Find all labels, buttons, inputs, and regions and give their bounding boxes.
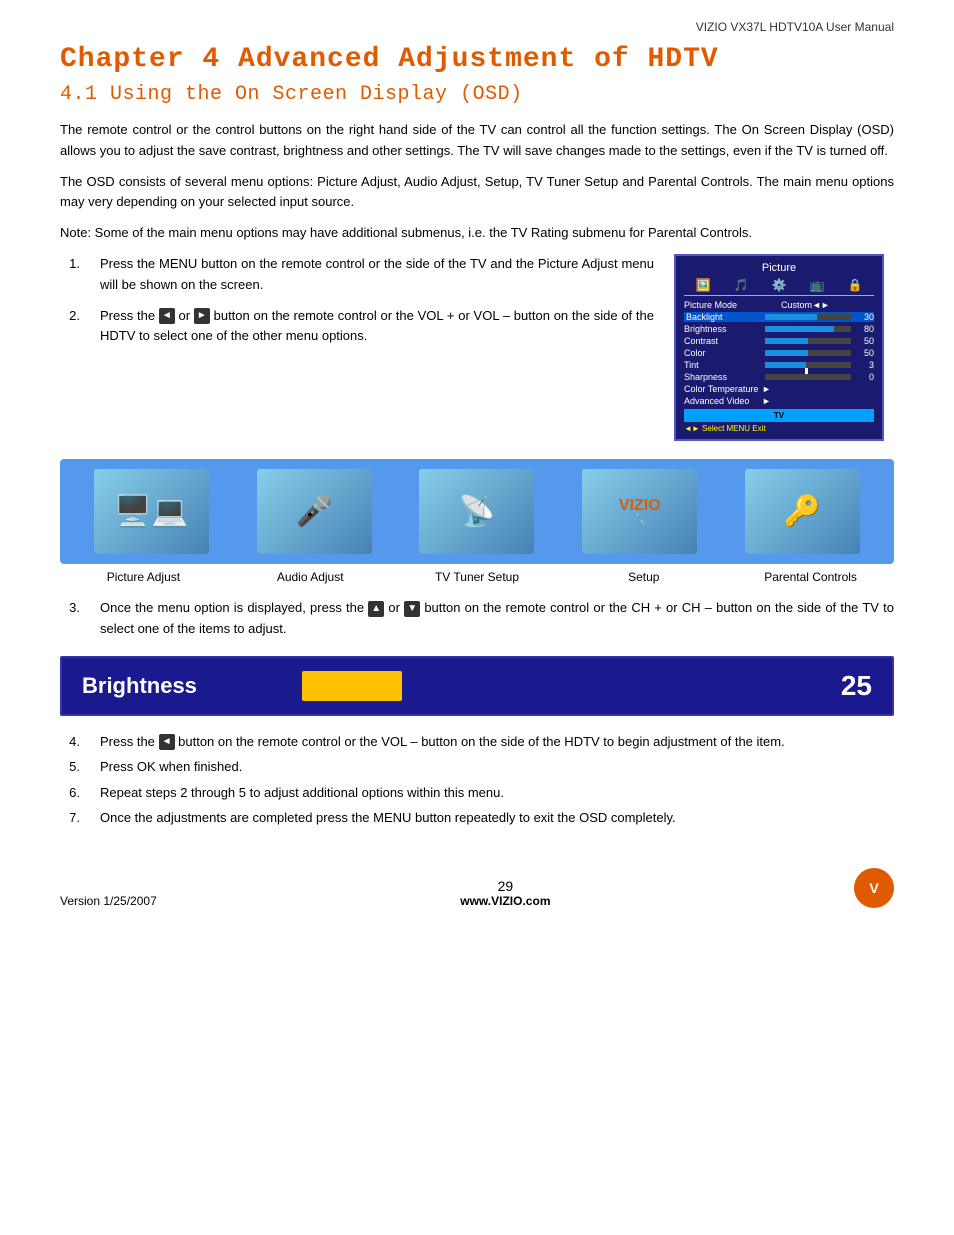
osd-row-picture-mode: Picture Mode Custom ◄► xyxy=(684,300,874,310)
intro-para-1: The remote control or the control button… xyxy=(60,120,894,162)
footer-version: Version 1/25/2007 xyxy=(60,894,157,908)
step-6: 6. Repeat steps 2 through 5 to adjust ad… xyxy=(60,783,894,803)
intro-para-2: The OSD consists of several menu options… xyxy=(60,172,894,214)
osd-row-color-temperature: Color Temperature ► xyxy=(684,384,874,394)
vizio-logo: V xyxy=(854,868,894,908)
brightness-bar-osd xyxy=(765,326,834,332)
osd-title: Picture xyxy=(684,262,874,274)
chapter-title: Chapter 4 Advanced Adjustment of HDTV xyxy=(60,44,894,75)
osd-icon-1: 🖼️ xyxy=(696,278,711,292)
icon-parental-controls: 🔑 xyxy=(745,469,860,554)
osd-row-advanced-video: Advanced Video ► xyxy=(684,396,874,406)
menu-labels-row: Picture Adjust Audio Adjust TV Tuner Set… xyxy=(60,570,894,584)
steps-text-column: 1. Press the MENU button on the remote c… xyxy=(60,254,654,441)
brightness-display-bar: Brightness 25 xyxy=(60,656,894,716)
osd-bottom-bar: TV xyxy=(684,409,874,422)
color-bar xyxy=(765,350,808,356)
icon-picture-adjust: 🖥️💻 xyxy=(94,469,209,554)
step-3: 3. Once the menu option is displayed, pr… xyxy=(60,598,894,640)
step-7: 7. Once the adjustments are completed pr… xyxy=(60,808,894,828)
step-2: 2. Press the ◄ or ► button on the remote… xyxy=(60,306,654,348)
steps-with-osd: 1. Press the MENU button on the remote c… xyxy=(60,254,894,441)
step-5: 5. Press OK when finished. xyxy=(60,757,894,777)
tint-bar xyxy=(765,362,806,368)
osd-icon-2: 🎵 xyxy=(734,278,749,292)
osd-icon-3: ⚙️ xyxy=(772,278,787,292)
section-title: 4.1 Using the On Screen Display (OSD) xyxy=(60,83,894,106)
page-footer: Version 1/25/2007 29 www.VIZIO.com V xyxy=(60,868,894,908)
up-btn: ▲ xyxy=(368,601,384,617)
intro-para-3: Note: Some of the main menu options may … xyxy=(60,223,894,244)
icon-tv-tuner-setup: 📡 xyxy=(419,469,534,554)
brightness-value: 25 xyxy=(841,670,872,702)
osd-row-tint: Tint 3 xyxy=(684,360,874,370)
label-picture-adjust: Picture Adjust xyxy=(83,570,203,584)
contrast-bar xyxy=(765,338,808,344)
osd-icon-4: 📺 xyxy=(810,278,825,292)
brightness-label: Brightness xyxy=(82,673,282,699)
right-btn: ► xyxy=(194,308,210,324)
left-btn: ◄ xyxy=(159,308,175,324)
down-btn: ▼ xyxy=(404,601,420,617)
icon-audio-adjust: 🎤 xyxy=(257,469,372,554)
label-audio-adjust: Audio Adjust xyxy=(250,570,370,584)
bottom-steps: 4. Press the ◄ button on the remote cont… xyxy=(60,732,894,828)
osd-row-contrast: Contrast 50 xyxy=(684,336,874,346)
osd-row-color: Color 50 xyxy=(684,348,874,358)
osd-icons-row: 🖼️ 🎵 ⚙️ 📺 🔒 xyxy=(684,278,874,296)
header-title: VIZIO VX37L HDTV10A User Manual xyxy=(696,20,894,34)
footer-logo-area: V xyxy=(854,868,894,908)
osd-menu: Picture 🖼️ 🎵 ⚙️ 📺 🔒 Picture Mode Custom … xyxy=(674,254,884,441)
osd-row-backlight: Backlight 30 xyxy=(684,312,874,322)
label-setup: Setup xyxy=(584,570,704,584)
label-parental-controls: Parental Controls xyxy=(751,570,871,584)
osd-menu-image: Picture 🖼️ 🎵 ⚙️ 📺 🔒 Picture Mode Custom … xyxy=(674,254,894,441)
backlight-bar xyxy=(765,314,817,320)
brightness-indicator xyxy=(302,671,402,701)
osd-row-sharpness: Sharpness 0 xyxy=(684,372,874,382)
manual-header: VIZIO VX37L HDTV10A User Manual xyxy=(60,20,894,34)
footer-page: 29 www.VIZIO.com xyxy=(460,878,550,908)
osd-icon-5: 🔒 xyxy=(848,278,863,292)
osd-footer: ◄► Select MENU Exit xyxy=(684,424,874,433)
label-tv-tuner-setup: TV Tuner Setup xyxy=(417,570,537,584)
icon-setup: VIZIO 🔧 xyxy=(582,469,697,554)
vol-minus-btn: ◄ xyxy=(159,734,175,750)
step-1: 1. Press the MENU button on the remote c… xyxy=(60,254,654,296)
osd-row-brightness: Brightness 80 xyxy=(684,324,874,334)
menu-icons-section: 🖥️💻 🎤 📡 VIZIO 🔧 🔑 xyxy=(60,459,894,564)
footer-website: www.VIZIO.com xyxy=(460,894,550,908)
step-4: 4. Press the ◄ button on the remote cont… xyxy=(60,732,894,752)
